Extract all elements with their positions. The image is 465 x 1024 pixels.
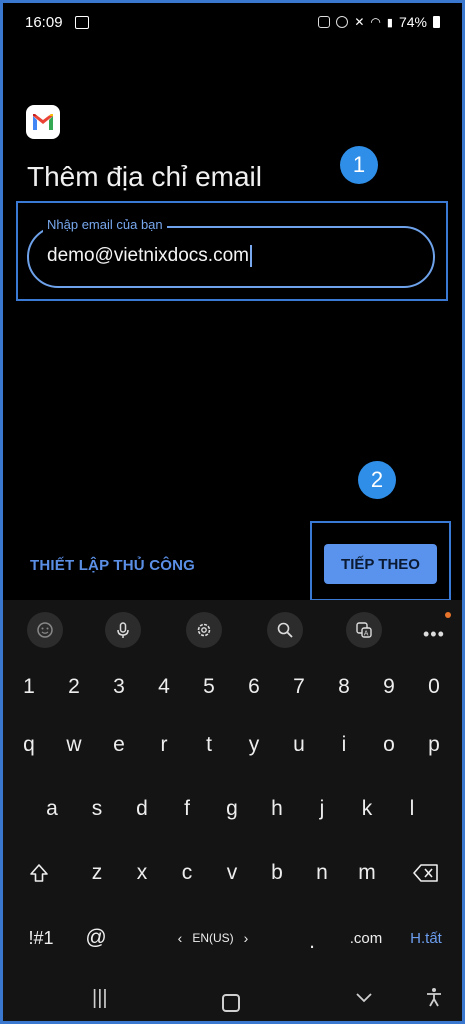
- status-time: 16:09: [25, 14, 63, 31]
- emoji-icon[interactable]: [27, 612, 63, 648]
- key-y[interactable]: y: [234, 722, 274, 768]
- chevron-right-icon: ›: [243, 930, 249, 946]
- gmail-logo-icon: [26, 105, 60, 139]
- chevron-left-icon: ‹: [177, 930, 183, 946]
- dotcom-key[interactable]: .com: [343, 915, 389, 961]
- step-badge-2: 2: [358, 461, 396, 499]
- key-3[interactable]: 3: [99, 664, 139, 710]
- status-bar: 16:09 ✕ ◠ ▮ 74%: [3, 3, 462, 43]
- recent-apps-icon[interactable]: |||: [92, 987, 108, 1010]
- key-w[interactable]: w: [54, 722, 94, 768]
- search-icon[interactable]: [267, 612, 303, 648]
- battery-percent: 74%: [398, 14, 427, 30]
- key-o[interactable]: o: [369, 722, 409, 768]
- key-h[interactable]: h: [257, 786, 297, 832]
- page-title: Thêm địa chỉ email: [27, 161, 262, 192]
- data-saver-icon: [318, 16, 331, 28]
- key-9[interactable]: 9: [369, 664, 409, 710]
- key-b[interactable]: b: [257, 850, 297, 896]
- key-k[interactable]: k: [347, 786, 387, 832]
- key-r[interactable]: r: [144, 722, 184, 768]
- settings-icon[interactable]: [186, 612, 222, 648]
- key-p[interactable]: p: [414, 722, 454, 768]
- key-l[interactable]: l: [392, 786, 432, 832]
- key-s[interactable]: s: [77, 786, 117, 832]
- home-icon[interactable]: [222, 994, 240, 1012]
- key-j[interactable]: j: [302, 786, 342, 832]
- alarm-icon: [336, 16, 349, 28]
- wifi-icon: ◠: [370, 15, 381, 29]
- key-i[interactable]: i: [324, 722, 364, 768]
- translate-icon[interactable]: A: [346, 612, 382, 648]
- key-u[interactable]: u: [279, 722, 319, 768]
- key-a[interactable]: a: [32, 786, 72, 832]
- key-n[interactable]: n: [302, 850, 342, 896]
- at-key[interactable]: @: [76, 915, 116, 961]
- more-icon[interactable]: •••: [423, 624, 445, 645]
- step-badge-1: 1: [340, 146, 378, 184]
- accessibility-icon[interactable]: [425, 987, 443, 1007]
- mute-icon: ✕: [354, 15, 365, 29]
- key-0[interactable]: 0: [414, 664, 454, 710]
- back-chevron-icon[interactable]: [355, 988, 373, 1006]
- language-label: EN(US): [192, 931, 234, 945]
- key-x[interactable]: x: [122, 850, 162, 896]
- shift-icon[interactable]: [19, 850, 59, 896]
- gallery-notification-icon: [75, 16, 89, 29]
- key-2[interactable]: 2: [54, 664, 94, 710]
- next-button[interactable]: TIẾP THEO: [324, 544, 437, 584]
- key-8[interactable]: 8: [324, 664, 364, 710]
- keyboard: A ••• 1 2 3 4 5 6 7 8 9 0 q w e r t y u …: [3, 600, 462, 1021]
- key-c[interactable]: c: [167, 850, 207, 896]
- notification-dot: [445, 612, 451, 618]
- mic-icon[interactable]: [105, 612, 141, 648]
- period-key[interactable]: .: [292, 919, 332, 965]
- signal-icon: ▮: [386, 16, 393, 29]
- key-q[interactable]: q: [9, 722, 49, 768]
- symbols-key[interactable]: !#1: [19, 915, 63, 961]
- key-v[interactable]: v: [212, 850, 252, 896]
- email-field-value[interactable]: demo@vietnixdocs.com: [47, 245, 249, 266]
- backspace-icon[interactable]: [406, 850, 446, 896]
- app-frame: 16:09 ✕ ◠ ▮ 74% Thêm địa chỉ email 1 Nhậ…: [0, 0, 465, 1024]
- key-4[interactable]: 4: [144, 664, 184, 710]
- key-d[interactable]: d: [122, 786, 162, 832]
- manual-setup-link[interactable]: THIẾT LẬP THỦ CÔNG: [30, 557, 195, 574]
- key-z[interactable]: z: [77, 850, 117, 896]
- email-field-label: Nhập email của bạn: [43, 217, 167, 232]
- key-7[interactable]: 7: [279, 664, 319, 710]
- key-g[interactable]: g: [212, 786, 252, 832]
- key-1[interactable]: 1: [9, 664, 49, 710]
- navigation-bar: |||: [3, 981, 462, 1021]
- text-caret: [249, 245, 252, 267]
- battery-icon: [433, 16, 440, 28]
- key-m[interactable]: m: [347, 850, 387, 896]
- key-f[interactable]: f: [167, 786, 207, 832]
- space-key[interactable]: ‹ EN(US) ›: [143, 915, 283, 961]
- key-e[interactable]: e: [99, 722, 139, 768]
- key-t[interactable]: t: [189, 722, 229, 768]
- svg-text:A: A: [364, 631, 369, 638]
- key-5[interactable]: 5: [189, 664, 229, 710]
- key-6[interactable]: 6: [234, 664, 274, 710]
- done-key[interactable]: H.tất: [403, 915, 449, 961]
